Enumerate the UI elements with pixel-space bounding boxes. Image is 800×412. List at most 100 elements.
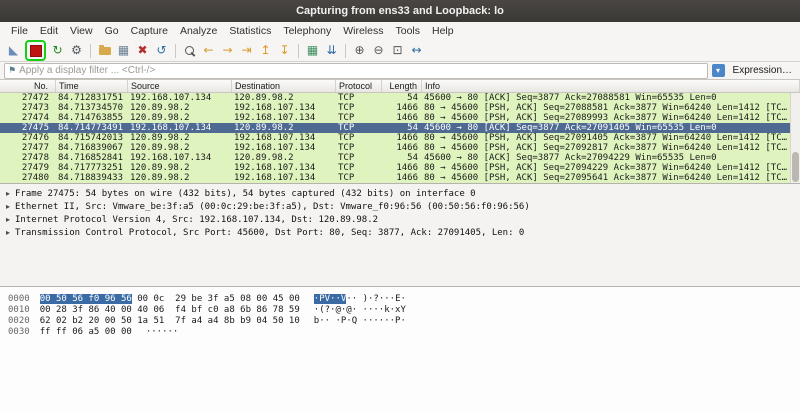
open-capture-icon[interactable] xyxy=(96,42,113,59)
menu-item-edit[interactable]: Edit xyxy=(34,22,64,40)
zoom-out-icon[interactable]: ⊖ xyxy=(370,42,387,59)
cell-destination: 192.168.107.134 xyxy=(232,133,336,143)
cell-info: 80 → 45600 [PSH, ACK] Seq=27091405 Ack=3… xyxy=(422,133,790,143)
expander-icon[interactable]: ▸ xyxy=(6,228,10,237)
packet-row-27474[interactable]: 2747484.714763855120.89.98.2192.168.107.… xyxy=(0,113,790,123)
packet-row-27479[interactable]: 2747984.717773251120.89.98.2192.168.107.… xyxy=(0,163,790,173)
cell-protocol: TCP xyxy=(336,113,382,123)
detail-line-3[interactable]: ▸Transmission Control Protocol, Src Port… xyxy=(6,226,800,239)
auto-scroll-icon[interactable]: ⇊ xyxy=(323,42,340,59)
packet-list-header: No. Time Source Destination Protocol Len… xyxy=(0,80,800,93)
cell-destination: 192.168.107.134 xyxy=(232,113,336,123)
previous-packet-icon[interactable]: ← xyxy=(200,42,217,59)
cell-no: 27475 xyxy=(0,123,56,133)
last-packet-icon[interactable]: ↧ xyxy=(276,42,293,59)
expander-icon[interactable]: ▸ xyxy=(6,202,10,211)
cell-length: 1466 xyxy=(382,173,422,183)
packet-row-27472[interactable]: 2747284.712831751192.168.107.134120.89.9… xyxy=(0,93,790,103)
cell-length: 54 xyxy=(382,153,422,163)
column-header-length[interactable]: Length xyxy=(382,80,422,92)
cell-time: 84.717773251 xyxy=(56,163,128,173)
menu-item-view[interactable]: View xyxy=(64,22,99,40)
resize-columns-icon[interactable]: ↔ xyxy=(408,42,425,59)
scrollbar-thumb[interactable] xyxy=(792,152,799,182)
detail-line-0[interactable]: ▸ Frame 27475: 54 bytes on wire (432 bits… xyxy=(6,187,800,200)
stop-capture-icon[interactable] xyxy=(27,42,44,59)
capture-options-icon[interactable]: ⚙ xyxy=(68,42,85,59)
hex-offset: 0000 xyxy=(8,294,30,304)
column-header-no[interactable]: No. xyxy=(0,80,56,92)
menu-item-analyze[interactable]: Analyze xyxy=(174,22,223,40)
cell-protocol: TCP xyxy=(336,163,382,173)
menu-item-go[interactable]: Go xyxy=(99,22,125,40)
colorize-packets-icon[interactable]: ▦ xyxy=(304,42,321,59)
goto-packet-icon[interactable]: ⇥ xyxy=(238,42,255,59)
packet-row-27476[interactable]: 2747684.715742013120.89.98.2192.168.107.… xyxy=(0,133,790,143)
hex-bytes[interactable]: 00 28 3f 86 40 00 40 06 f4 bf c0 a8 6b 8… xyxy=(40,305,300,315)
close-capture-icon[interactable]: ✖ xyxy=(134,42,151,59)
filter-dropdown-button[interactable]: ▾ xyxy=(712,64,725,77)
packet-row-27480[interactable]: 2748084.718839433120.89.98.2192.168.107.… xyxy=(0,173,790,183)
column-header-source[interactable]: Source xyxy=(128,80,232,92)
packet-row-27475[interactable]: 2747584.714773491192.168.107.134120.89.9… xyxy=(0,123,790,133)
main-toolbar: ◣↻⚙▦✖↺←→⇥↥↧▦⇊⊕⊖⊡↔ xyxy=(0,40,800,62)
column-header-protocol[interactable]: Protocol xyxy=(336,80,382,92)
stop-square-glyph xyxy=(30,45,42,57)
hex-row-0030[interactable]: 0030ff ff 06 a5 00 00······ xyxy=(8,327,800,338)
hex-bytes[interactable]: 62 02 b2 20 00 50 1a 51 7f a4 a4 8b b9 0… xyxy=(40,316,300,326)
column-header-info[interactable]: Info xyxy=(422,80,800,92)
reload-capture-icon[interactable]: ↺ xyxy=(153,42,170,59)
save-capture-icon[interactable]: ▦ xyxy=(115,42,132,59)
start-capture-icon[interactable]: ◣ xyxy=(5,42,22,59)
menu-item-tools[interactable]: Tools xyxy=(389,22,426,40)
expression-button[interactable]: Expression… xyxy=(725,65,796,76)
column-header-time[interactable]: Time xyxy=(56,80,128,92)
packet-list-scrollbar[interactable] xyxy=(790,93,800,183)
menu-item-help[interactable]: Help xyxy=(426,22,460,40)
detail-line-1[interactable]: ▸Ethernet II, Src: Vmware_be:3f:a5 (00:0… xyxy=(6,200,800,213)
cell-source: 120.89.98.2 xyxy=(128,173,232,183)
cell-no: 27473 xyxy=(0,103,56,113)
folder-glyph xyxy=(99,47,111,55)
hex-ascii[interactable]: ······ xyxy=(146,327,179,337)
hex-row-0010[interactable]: 001000 28 3f 86 40 00 40 06 f4 bf c0 a8 … xyxy=(8,305,800,316)
next-packet-icon[interactable]: → xyxy=(219,42,236,59)
hex-bytes[interactable]: 00 50 56 f0 96 56 00 0c 29 be 3f a5 08 0… xyxy=(40,294,300,304)
cell-protocol: TCP xyxy=(336,153,382,163)
menu-item-capture[interactable]: Capture xyxy=(125,22,174,40)
hex-ascii[interactable]: ·(?·@·@· ····k·xY xyxy=(314,305,406,315)
first-packet-icon[interactable]: ↥ xyxy=(257,42,274,59)
restart-capture-icon[interactable]: ↻ xyxy=(49,42,66,59)
hex-row-0000[interactable]: 0000 00 50 56 f0 96 56 00 0c 29 be 3f a5 … xyxy=(8,294,800,305)
menu-item-wireless[interactable]: Wireless xyxy=(337,22,389,40)
toolbar-separator xyxy=(90,44,91,58)
detail-text: Frame 27475: 54 bytes on wire (432 bits)… xyxy=(15,189,476,199)
hex-ascii[interactable]: b·· ·P·Q ······P· xyxy=(314,316,406,326)
hex-bytes[interactable]: ff ff 06 a5 00 00 xyxy=(40,327,132,337)
menu-item-statistics[interactable]: Statistics xyxy=(223,22,277,40)
expander-icon[interactable]: ▸ xyxy=(6,189,10,198)
display-filter-input[interactable] xyxy=(19,65,704,76)
packet-row-27473[interactable]: 2747384.713734570120.89.98.2192.168.107.… xyxy=(0,103,790,113)
zoom-in-icon[interactable]: ⊕ xyxy=(351,42,368,59)
packet-row-27477[interactable]: 2747784.716839067120.89.98.2192.168.107.… xyxy=(0,143,790,153)
window-title: Capturing from ens33 and Loopback: lo xyxy=(296,5,504,17)
cell-protocol: TCP xyxy=(336,143,382,153)
hex-row-0020[interactable]: 002062 02 b2 20 00 50 1a 51 7f a4 a4 8b … xyxy=(8,316,800,327)
column-header-destination[interactable]: Destination xyxy=(232,80,336,92)
menu-item-telephony[interactable]: Telephony xyxy=(277,22,337,40)
packet-row-27478[interactable]: 2747884.716852841192.168.107.134120.89.9… xyxy=(0,153,790,163)
zoom-original-icon[interactable]: ⊡ xyxy=(389,42,406,59)
find-packet-icon[interactable] xyxy=(181,42,198,59)
cell-destination: 120.89.98.2 xyxy=(232,153,336,163)
title-bar[interactable]: Capturing from ens33 and Loopback: lo xyxy=(0,0,800,22)
cell-no: 27477 xyxy=(0,143,56,153)
cell-length: 54 xyxy=(382,123,422,133)
cell-source: 120.89.98.2 xyxy=(128,143,232,153)
filter-bookmark-icon[interactable]: ⚑ xyxy=(8,66,16,76)
detail-line-2[interactable]: ▸Internet Protocol Version 4, Src: 192.1… xyxy=(6,213,800,226)
hex-ascii[interactable]: ·PV··V·· )·?···E· xyxy=(314,294,406,304)
cell-destination: 120.89.98.2 xyxy=(232,123,336,133)
expander-icon[interactable]: ▸ xyxy=(6,215,10,224)
menu-item-file[interactable]: File xyxy=(5,22,34,40)
